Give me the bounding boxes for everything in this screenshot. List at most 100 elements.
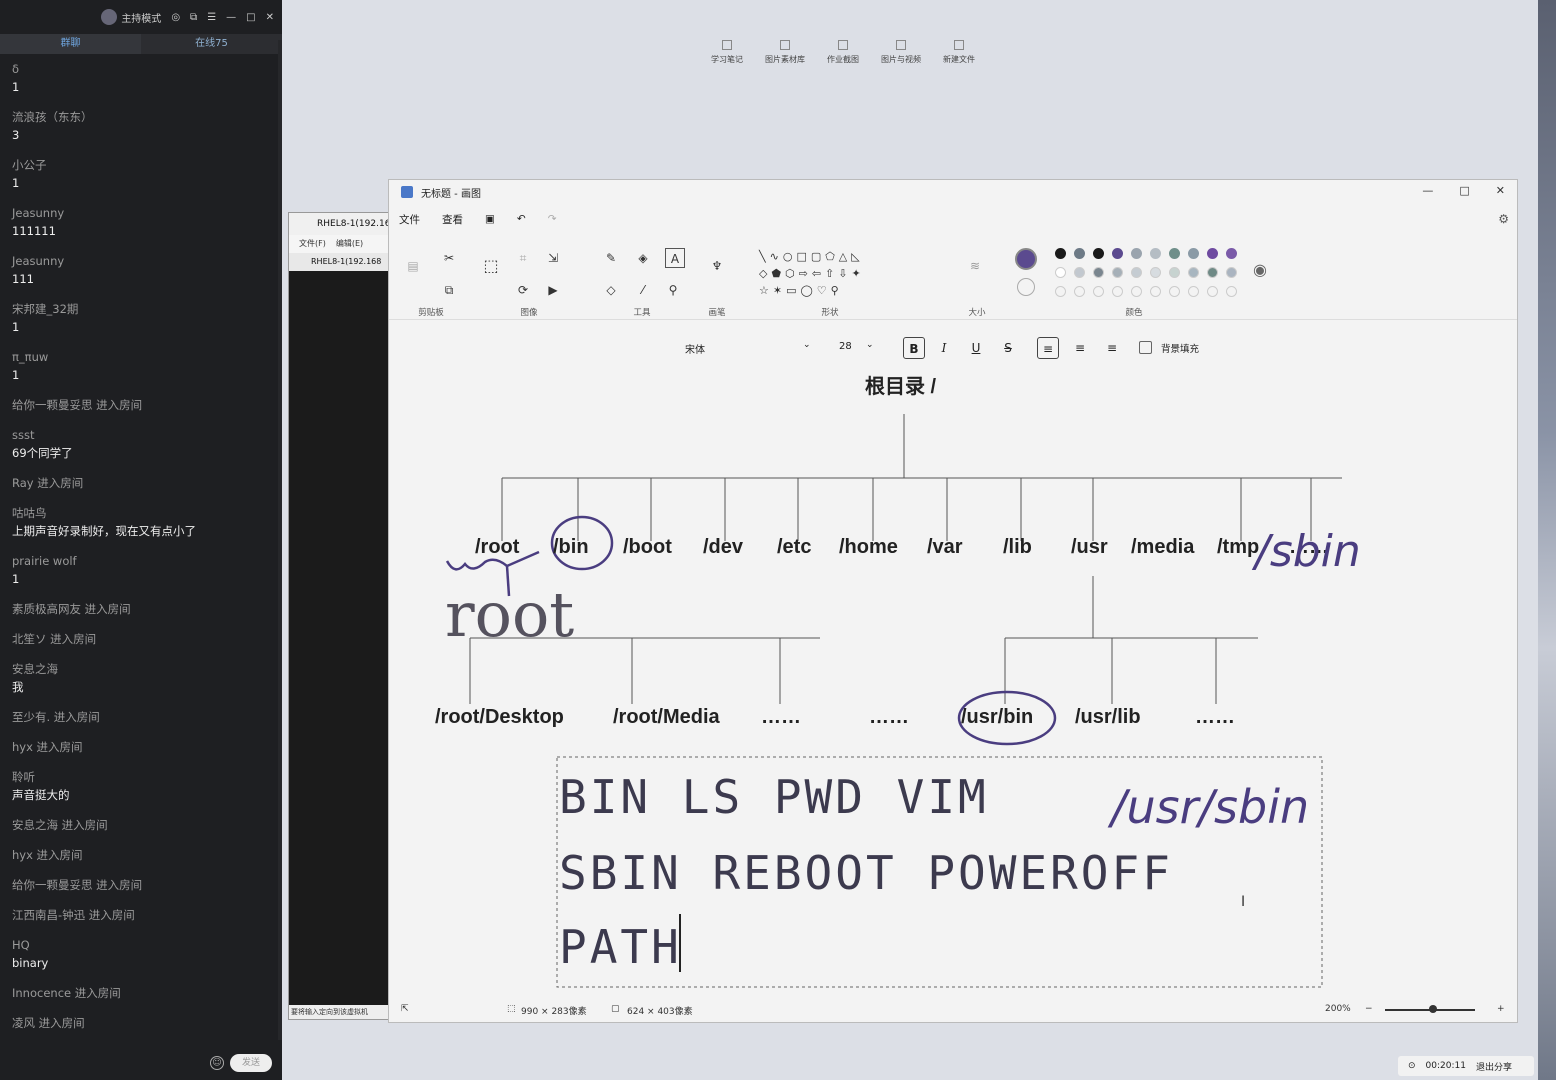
- empty-color-slot[interactable]: [1093, 286, 1104, 297]
- copy-icon[interactable]: ⧉: [441, 282, 457, 298]
- select-icon[interactable]: ⬚: [483, 258, 499, 274]
- empty-color-slot[interactable]: [1226, 286, 1237, 297]
- menu-file[interactable]: 文件: [399, 212, 420, 227]
- vm-tab[interactable]: RHEL8-1(192.168: [289, 253, 397, 271]
- color-swatch[interactable]: [1150, 267, 1161, 278]
- color-picker-icon[interactable]: ⁄: [635, 282, 651, 298]
- rotate-icon[interactable]: ⟳: [515, 282, 531, 298]
- pencil-icon[interactable]: ✎: [603, 250, 619, 266]
- magnifier-icon[interactable]: ⚲: [665, 282, 681, 298]
- color-swatch[interactable]: [1093, 267, 1104, 278]
- color-swatch[interactable]: [1188, 248, 1199, 259]
- align-center-button[interactable]: ≡: [1069, 337, 1091, 359]
- desktop-icon[interactable]: 学习笔记: [702, 40, 752, 65]
- paste-icon[interactable]: ▤: [405, 258, 421, 274]
- color-swatch[interactable]: [1055, 267, 1066, 278]
- empty-color-slot[interactable]: [1169, 286, 1180, 297]
- tab-group-chat[interactable]: 群聊: [0, 34, 141, 54]
- color-swatch[interactable]: [1055, 248, 1066, 259]
- desktop-icon[interactable]: 新建文件: [934, 40, 984, 65]
- fill-icon[interactable]: ◈: [635, 250, 651, 266]
- text-icon[interactable]: A: [665, 248, 685, 268]
- maximize-icon[interactable]: □: [246, 12, 255, 23]
- maximize-icon[interactable]: □: [1459, 184, 1469, 197]
- menu-view[interactable]: 查看: [442, 212, 463, 227]
- empty-color-slot[interactable]: [1131, 286, 1142, 297]
- color-swatch[interactable]: [1188, 267, 1199, 278]
- color-swatch[interactable]: [1150, 248, 1161, 259]
- desktop-icon[interactable]: 图片素材库: [760, 40, 810, 65]
- align-left-button[interactable]: ≡: [1037, 337, 1059, 359]
- shape-grid[interactable]: ╲∿○□▢⬠△◺ ◇⬟⬡⇨⇦⇧⇩✦ ☆✶▭◯♡⚲: [759, 248, 865, 299]
- empty-color-slot[interactable]: [1055, 286, 1066, 297]
- zoom-out-icon[interactable]: −: [1365, 1004, 1373, 1014]
- group-shapes: ╲∿○□▢⬠△◺ ◇⬟⬡⇨⇦⇧⇩✦ ☆✶▭◯♡⚲ 形状: [755, 240, 905, 320]
- color-swatch[interactable]: [1074, 267, 1085, 278]
- popout-icon[interactable]: ⧉: [190, 12, 197, 23]
- chevron-down-icon[interactable]: ⌄: [803, 340, 811, 350]
- exit-share-button[interactable]: 退出分享: [1476, 1060, 1512, 1073]
- flip-icon[interactable]: ▶: [545, 282, 561, 298]
- color-swatch[interactable]: [1169, 267, 1180, 278]
- group-tools: ✎ ◈ A ◇ ⁄ ⚲ 工具: [597, 240, 687, 320]
- align-right-button[interactable]: ≡: [1101, 337, 1123, 359]
- cut-icon[interactable]: ✂: [441, 250, 457, 266]
- drawing-canvas[interactable]: 根目录 / /root /bin /boot /dev /etc /home /…: [389, 366, 1507, 996]
- settings-icon[interactable]: ⚙: [1498, 212, 1509, 226]
- send-button[interactable]: 发送: [230, 1054, 272, 1072]
- minimize-icon[interactable]: —: [226, 12, 236, 23]
- close-icon[interactable]: ✕: [266, 12, 274, 23]
- crop-icon[interactable]: ⌗: [515, 250, 531, 266]
- color-swatch[interactable]: [1226, 267, 1237, 278]
- fill-checkbox[interactable]: [1139, 341, 1152, 354]
- chevron-down-icon[interactable]: ⌄: [866, 340, 874, 350]
- selection-icon: ⬚: [507, 1004, 516, 1014]
- host-mode[interactable]: 主持模式: [101, 9, 161, 25]
- zoom-slider-thumb[interactable]: [1429, 1005, 1437, 1013]
- strikethrough-button[interactable]: S: [997, 337, 1019, 359]
- color-swatch[interactable]: [1112, 267, 1123, 278]
- edit-colors-icon[interactable]: ◉: [1253, 260, 1267, 279]
- empty-color-slot[interactable]: [1188, 286, 1199, 297]
- color-swatch[interactable]: [1131, 267, 1142, 278]
- vm-menu-file[interactable]: 文件(F): [299, 235, 326, 253]
- bold-button[interactable]: B: [903, 337, 925, 359]
- empty-color-slot[interactable]: [1207, 286, 1218, 297]
- menu-icon[interactable]: ☰: [207, 12, 216, 23]
- color-swatch[interactable]: [1074, 248, 1085, 259]
- color-swatch[interactable]: [1112, 248, 1123, 259]
- vm-window[interactable]: RHEL8-1(192.16 文件(F) 编辑(E) RHEL8-1(192.1…: [288, 212, 398, 1020]
- color-swatch[interactable]: [1131, 248, 1142, 259]
- resize-icon[interactable]: ⇲: [545, 250, 561, 266]
- color-swatch[interactable]: [1226, 248, 1237, 259]
- minimize-icon[interactable]: —: [1422, 184, 1433, 197]
- font-size-select[interactable]: 28: [839, 341, 852, 352]
- color-swatch[interactable]: [1093, 248, 1104, 259]
- settings-icon[interactable]: ◎: [171, 12, 180, 23]
- underline-button[interactable]: U: [965, 337, 987, 359]
- empty-color-slot[interactable]: [1150, 286, 1161, 297]
- color-swatch[interactable]: [1207, 267, 1218, 278]
- redo-icon[interactable]: ↷: [548, 213, 557, 225]
- save-icon[interactable]: ▣: [485, 213, 495, 225]
- italic-button[interactable]: I: [933, 337, 955, 359]
- desktop-icon[interactable]: 作业截图: [818, 40, 868, 65]
- brush-icon[interactable]: ♆: [709, 258, 725, 274]
- zoom-in-icon[interactable]: +: [1497, 1004, 1505, 1014]
- color2-swatch[interactable]: [1017, 278, 1035, 296]
- vm-menu-edit[interactable]: 编辑(E): [336, 235, 363, 253]
- color-swatch[interactable]: [1169, 248, 1180, 259]
- tab-online[interactable]: 在线75: [141, 34, 282, 54]
- eraser-icon[interactable]: ◇: [603, 282, 619, 298]
- color-swatch[interactable]: [1207, 248, 1218, 259]
- size-icon[interactable]: ≋: [967, 258, 983, 274]
- color1-swatch[interactable]: [1015, 248, 1037, 270]
- empty-color-slot[interactable]: [1074, 286, 1085, 297]
- vm-title: RHEL8-1(192.16: [289, 213, 397, 235]
- empty-color-slot[interactable]: [1112, 286, 1123, 297]
- font-name-select[interactable]: 宋体: [685, 341, 705, 356]
- emoji-icon[interactable]: ☺: [210, 1056, 224, 1070]
- desktop-icon[interactable]: 图片与视频: [876, 40, 926, 65]
- undo-icon[interactable]: ↶: [517, 213, 526, 225]
- close-icon[interactable]: ✕: [1496, 184, 1505, 197]
